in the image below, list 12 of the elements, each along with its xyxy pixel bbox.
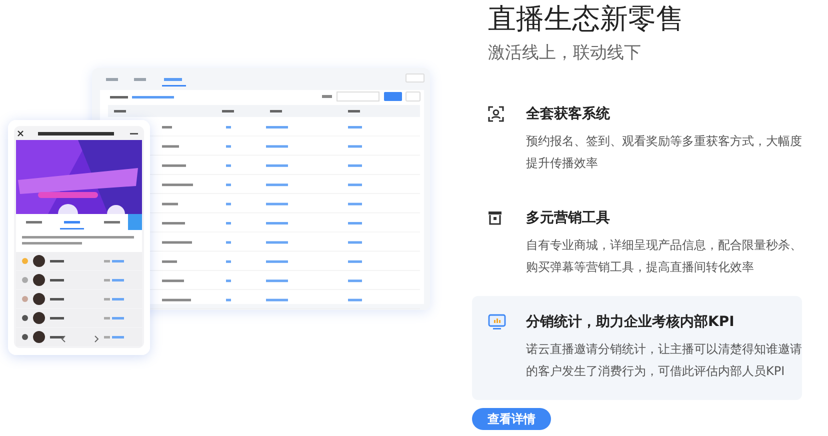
feature-description: 诺云直播邀请分销统计，让主播可以清楚得知谁邀请的客户发生了消费行为，可借此评估内部人员KPI	[526, 341, 802, 380]
feature-title: 全套获客系统	[526, 104, 611, 124]
scan-person-icon	[488, 106, 504, 122]
page-heading: 直播生态新零售	[488, 2, 684, 36]
page-subheading: 激活线上，联动线下	[488, 42, 641, 64]
details-button[interactable]: 查看详情	[472, 408, 551, 430]
feature-description: 自有专业商城，详细呈现产品信息，配合限量秒杀、购买弹幕等营销工具，提高直播间转化效率	[526, 237, 802, 276]
monitor-chart-icon	[488, 314, 506, 330]
feature-description: 预约报名、签到、观看奖励等多重获客方式，大幅度提升传播效率	[526, 133, 802, 172]
drawer-icon	[488, 211, 502, 225]
feature-title: 分销统计，助力企业考核内部KPI	[526, 312, 736, 332]
feature-title: 多元营销工具	[526, 209, 611, 228]
